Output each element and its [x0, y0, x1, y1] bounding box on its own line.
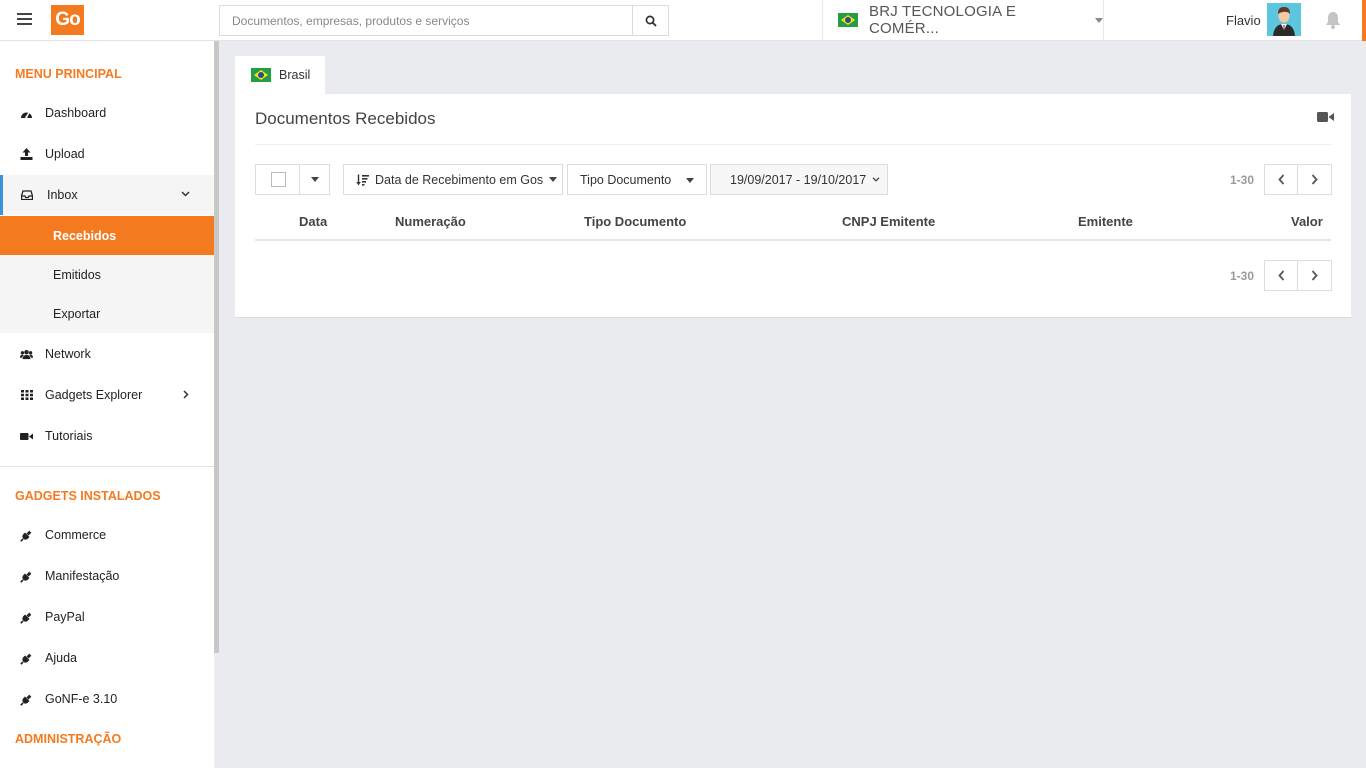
users-icon: [20, 349, 33, 360]
video-icon: [20, 432, 33, 441]
sidebar-subitem-exportar[interactable]: Exportar: [0, 294, 214, 333]
table-header-line: [255, 239, 1331, 241]
plug-icon: [20, 529, 33, 542]
pagination-count: 1-30: [1230, 172, 1255, 187]
sidebar-subitem-recebidos[interactable]: Recebidos: [0, 216, 214, 255]
sidebar-item-label: Inbox: [47, 188, 78, 202]
search-input[interactable]: [220, 6, 633, 35]
sidebar-item-upload[interactable]: Upload: [0, 134, 214, 174]
sidebar-item-manifestacao[interactable]: Manifestação: [0, 556, 214, 596]
column-header-numeracao[interactable]: Numeração: [395, 214, 466, 229]
column-header-emitente[interactable]: Emitente: [1078, 214, 1133, 229]
sidebar-item-label: Gadgets Explorer: [45, 388, 143, 402]
search-button[interactable]: [632, 6, 668, 35]
sort-dropdown[interactable]: Data de Recebimento em Gos: [343, 164, 563, 195]
grid-icon: [20, 390, 33, 400]
checkbox-box: [270, 172, 286, 187]
sidebar-item-label: Upload: [45, 147, 85, 161]
column-header-cnpj-emitente[interactable]: CNPJ Emitente: [842, 214, 935, 229]
column-header-data[interactable]: Data: [299, 214, 327, 229]
avatar[interactable]: [1267, 3, 1301, 36]
sidebar-item-ajuda[interactable]: Ajuda: [0, 638, 214, 678]
sidebar-item-label: Tutoriais: [45, 429, 93, 443]
video-camera-icon[interactable]: [1317, 111, 1334, 123]
sidebar-divider: [0, 466, 214, 467]
sort-label: Data de Recebimento em Gos: [375, 172, 544, 187]
pagination-top: 1-30: [1230, 164, 1333, 195]
brazil-flag-icon: [251, 68, 271, 82]
next-page-button[interactable]: [1298, 260, 1333, 291]
pagination-count: 1-30: [1230, 268, 1255, 283]
sidebar-item-label: Network: [45, 347, 91, 361]
company-selector[interactable]: BRJ TECNOLOGIA E COMÉR...: [822, 0, 1104, 40]
prev-page-button[interactable]: [1264, 164, 1299, 195]
date-range-label: 19/09/2017 - 19/10/2017: [730, 172, 867, 187]
sidebar-item-tutoriais[interactable]: Tutoriais: [0, 416, 214, 456]
pagination-bottom: 1-30: [1230, 260, 1333, 291]
user-name[interactable]: Flavio: [1226, 13, 1261, 28]
dashboard-icon: [20, 108, 33, 119]
column-header-tipo-documento[interactable]: Tipo Documento: [584, 214, 686, 229]
top-bar: Go BRJ TECNOLOGIA E COMÉR... Flavio: [0, 0, 1366, 41]
company-name: BRJ TECNOLOGIA E COMÉR...: [869, 3, 1017, 37]
sidebar-item-label: Manifestação: [45, 569, 120, 583]
chevron-left-icon: [1277, 174, 1284, 185]
sidebar-scrollbar[interactable]: [214, 41, 219, 653]
caret-down-icon: [549, 177, 558, 182]
plug-icon: [20, 611, 33, 624]
document-type-dropdown[interactable]: Tipo Documento: [567, 164, 707, 195]
sidebar-item-label: Dashboard: [45, 106, 107, 120]
inbox-icon: [20, 190, 33, 200]
sidebar-item-gonfe[interactable]: GoNF-e 3.10: [0, 679, 214, 719]
upload-icon: [20, 148, 33, 160]
menu-principal-title: MENU PRINCIPAL: [15, 67, 122, 81]
chevron-right-icon: [183, 390, 189, 399]
caret-down-icon: [686, 178, 694, 183]
bell-icon[interactable]: [1325, 11, 1341, 29]
sidebar-item-label: Commerce: [45, 528, 107, 542]
sidebar-item-gadgets-explorer[interactable]: Gadgets Explorer: [0, 375, 214, 415]
plug-icon: [20, 570, 33, 583]
page-title: Documentos Recebidos: [255, 109, 436, 128]
hamburger-menu-icon[interactable]: [17, 13, 32, 27]
plug-icon: [20, 652, 33, 665]
select-options-dropdown[interactable]: [299, 164, 330, 195]
chevron-down-icon: [181, 191, 190, 197]
sort-amount-icon: [356, 174, 369, 186]
search-icon: [645, 15, 657, 27]
logo[interactable]: Go: [51, 5, 84, 35]
panel-divider: [255, 144, 1331, 145]
sidebar-item-inbox[interactable]: Inbox: [0, 175, 214, 215]
prev-page-button[interactable]: [1264, 260, 1299, 291]
document-type-label: Tipo Documento: [580, 172, 672, 187]
brazil-flag-icon: [838, 13, 858, 27]
sidebar: MENU PRINCIPAL Dashboard Upload Inbox Re…: [0, 41, 214, 768]
sidebar-item-label: GoNF-e 3.10: [45, 692, 118, 706]
sidebar-item-dashboard[interactable]: Dashboard: [0, 93, 214, 133]
chevron-down-icon: [872, 177, 880, 182]
next-page-button[interactable]: [1298, 164, 1333, 195]
caret-down-icon: [1095, 17, 1103, 23]
chevron-left-icon: [1277, 270, 1284, 281]
gadgets-instalados-title: GADGETS INSTALADOS: [15, 489, 161, 503]
sidebar-item-label: PayPal: [45, 610, 85, 624]
caret-down-icon: [310, 177, 319, 182]
plug-icon: [20, 693, 33, 706]
date-range-picker[interactable]: 19/09/2017 - 19/10/2017: [710, 164, 888, 195]
documents-panel: Documentos Recebidos Data de Recebimento…: [235, 94, 1351, 318]
administracao-title: ADMINISTRAÇÃO: [15, 732, 122, 746]
sidebar-item-label: Ajuda: [45, 651, 77, 665]
search-box: [219, 5, 669, 36]
chevron-right-icon: [1311, 270, 1318, 281]
sidebar-item-network[interactable]: Network: [0, 334, 214, 374]
sidebar-item-paypal[interactable]: PayPal: [0, 597, 214, 637]
select-all-checkbox[interactable]: [255, 164, 300, 195]
column-header-valor[interactable]: Valor: [1291, 214, 1323, 229]
chevron-right-icon: [1311, 174, 1318, 185]
tab-brasil[interactable]: Brasil: [235, 56, 325, 94]
sidebar-subitem-emitidos[interactable]: Emitidos: [0, 255, 214, 294]
tab-label: Brasil: [279, 68, 311, 82]
accent-edge: [1362, 0, 1366, 41]
sidebar-item-commerce[interactable]: Commerce: [0, 515, 214, 555]
